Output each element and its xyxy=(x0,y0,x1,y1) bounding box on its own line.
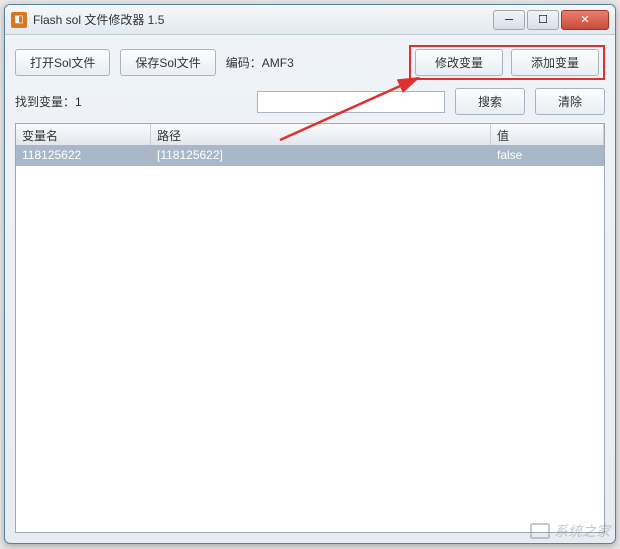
clear-button[interactable]: 清除 xyxy=(535,88,605,115)
window-title: Flash sol 文件修改器 1.5 xyxy=(33,11,493,28)
table-body: 118125622 [118125622] false xyxy=(16,146,604,166)
minimize-button[interactable]: ─ xyxy=(493,10,525,30)
app-window: ◧ Flash sol 文件修改器 1.5 ─ ☐ ✕ 打开Sol文件 保存So… xyxy=(4,4,616,544)
cell-value: false xyxy=(491,146,604,166)
close-button[interactable]: ✕ xyxy=(561,10,609,30)
window-controls: ─ ☐ ✕ xyxy=(493,10,609,30)
titlebar[interactable]: ◧ Flash sol 文件修改器 1.5 ─ ☐ ✕ xyxy=(5,5,615,35)
found-label-text: 找到变量： xyxy=(15,95,75,109)
watermark-icon xyxy=(530,523,550,539)
highlight-annotation: 修改变量 添加变量 xyxy=(409,45,605,80)
client-area: 打开Sol文件 保存Sol文件 编码：AMF3 修改变量 添加变量 找到变量：1… xyxy=(5,35,615,543)
modify-variable-button[interactable]: 修改变量 xyxy=(415,49,503,76)
found-label: 找到变量：1 xyxy=(15,93,82,110)
found-count: 1 xyxy=(75,95,82,109)
watermark-text: 系统之家 xyxy=(554,521,610,541)
open-sol-button[interactable]: 打开Sol文件 xyxy=(15,49,110,76)
table-row[interactable]: 118125622 [118125622] false xyxy=(16,146,604,166)
maximize-button[interactable]: ☐ xyxy=(527,10,559,30)
search-button[interactable]: 搜索 xyxy=(455,88,525,115)
encoding-label: 编码：AMF3 xyxy=(226,54,294,71)
column-header-path[interactable]: 路径 xyxy=(151,124,491,145)
toolbar-row-1: 打开Sol文件 保存Sol文件 编码：AMF3 修改变量 添加变量 xyxy=(15,45,605,80)
variable-table: 变量名 路径 值 118125622 [118125622] false xyxy=(15,123,605,533)
search-input[interactable] xyxy=(257,91,445,113)
table-header: 变量名 路径 值 xyxy=(16,124,604,146)
encoding-label-text: 编码： xyxy=(226,56,262,70)
add-variable-button[interactable]: 添加变量 xyxy=(511,49,599,76)
column-header-name[interactable]: 变量名 xyxy=(16,124,151,145)
toolbar-row-2: 找到变量：1 搜索 清除 xyxy=(15,88,605,115)
column-header-value[interactable]: 值 xyxy=(491,124,604,145)
watermark: 系统之家 xyxy=(530,521,610,541)
cell-path: [118125622] xyxy=(151,146,491,166)
encoding-value: AMF3 xyxy=(262,56,294,70)
save-sol-button[interactable]: 保存Sol文件 xyxy=(120,49,215,76)
cell-name: 118125622 xyxy=(16,146,151,166)
app-icon: ◧ xyxy=(11,12,27,28)
